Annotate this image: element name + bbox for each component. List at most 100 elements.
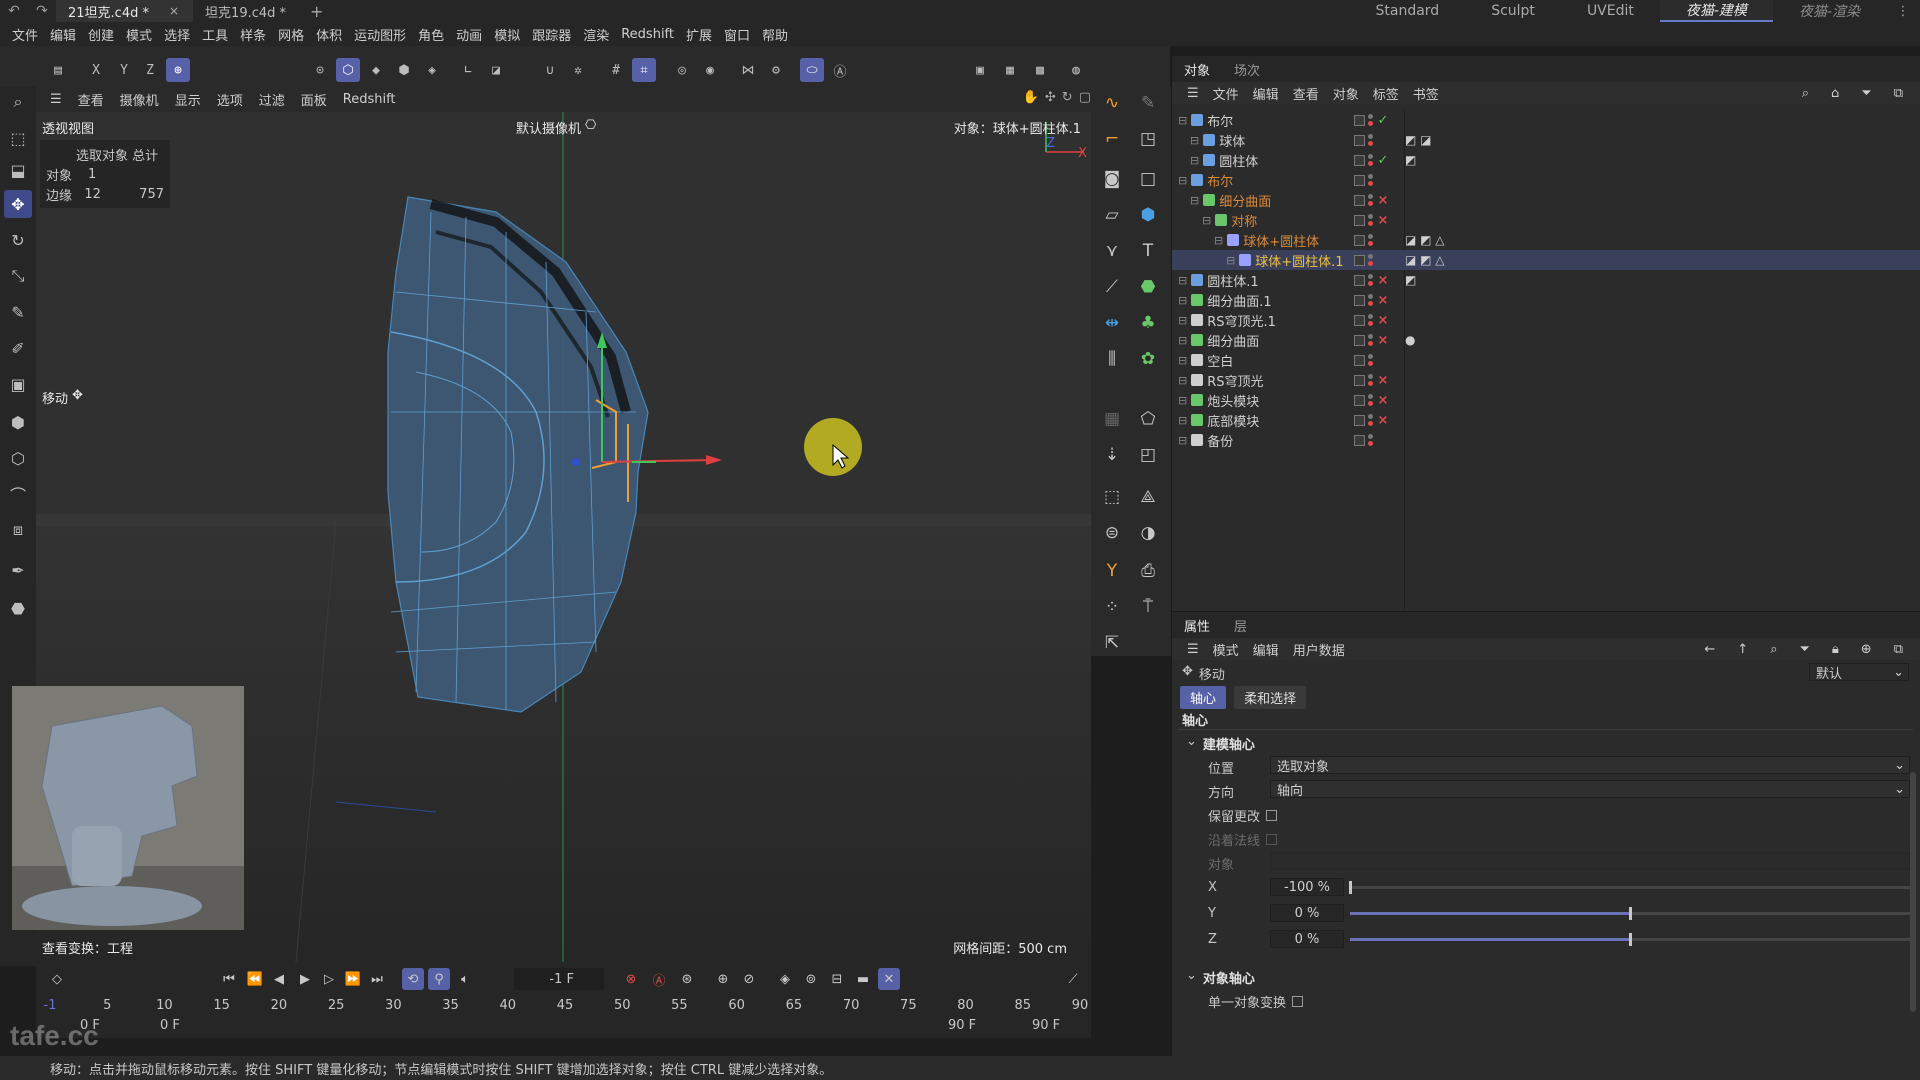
key-rotation-icon[interactable]: ⊘ [738, 968, 760, 990]
object-name[interactable]: 球体+圆柱体.1 [1255, 251, 1343, 270]
menu-mograph[interactable]: 运动图形 [348, 25, 412, 44]
disabled-x-icon[interactable]: × [1376, 413, 1390, 428]
disabled-x-icon[interactable]: × [1376, 313, 1390, 328]
attr-filter-icon[interactable]: ⏷ [1792, 642, 1816, 657]
render-picture-viewer-icon[interactable]: ▦ [998, 58, 1022, 82]
layer-icon[interactable] [1354, 434, 1365, 446]
next-key-icon[interactable]: ⏩ [342, 968, 364, 990]
visibility-dots-icon[interactable] [1368, 414, 1373, 426]
object-row[interactable]: ⊟ 细分曲面 × ● [1172, 330, 1920, 350]
transfer-icon[interactable]: ✲ [566, 58, 590, 82]
symmetry-tool-icon[interactable]: ⋈ [736, 58, 760, 82]
visibility-dots-icon[interactable] [1368, 434, 1373, 446]
layout-modeling[interactable]: 夜猫-建模 [1659, 0, 1773, 22]
quantize-icon[interactable]: ◉ [698, 58, 722, 82]
live-selection-icon[interactable]: ⬚ [4, 124, 32, 152]
document-tab-active[interactable]: 21坦克.c4d * × [56, 0, 194, 22]
expand-icon[interactable]: ⊟ [1178, 314, 1187, 327]
expand-icon[interactable]: ⊟ [1178, 334, 1187, 347]
viewport-menu-cameras[interactable]: 摄像机 [112, 90, 167, 109]
object-row[interactable]: ⊟ 球体+圆柱体 ◪ ◩ △ [1172, 230, 1920, 250]
expand-icon[interactable]: ⊟ [1190, 154, 1199, 167]
polygons-mode-icon[interactable]: ◆ [364, 58, 388, 82]
lock-x-button[interactable]: X [84, 58, 108, 82]
object-row[interactable]: ⊟ 对称 × [1172, 210, 1920, 230]
close-tab-icon[interactable]: × [169, 4, 179, 18]
previous-frame-icon[interactable]: ◀ [268, 968, 290, 990]
more-icon[interactable]: ⋮ [1886, 0, 1920, 22]
polygon-pen-icon[interactable]: ▣ [4, 370, 32, 398]
keep-changes-checkbox[interactable] [1266, 810, 1278, 821]
x-slider[interactable] [1349, 881, 1910, 894]
object-row[interactable]: ⊟ 细分曲面 × [1172, 190, 1920, 210]
render-settings-icon[interactable]: ▩ [1028, 58, 1052, 82]
workplane-icon[interactable]: ◎ [670, 58, 694, 82]
spline-pen-icon[interactable]: ✒ [4, 556, 32, 584]
keyframe-icon[interactable]: ◇ [46, 968, 68, 990]
attr-menu-edit[interactable]: 编辑 [1246, 640, 1286, 659]
object-row[interactable]: ⊟ 底部模块 × [1172, 410, 1920, 430]
layer-icon[interactable] [1354, 254, 1365, 266]
expand-icon[interactable]: ⊟ [1178, 414, 1187, 427]
layer-icon[interactable] [1354, 394, 1365, 406]
expand-icon[interactable]: ⊟ [1190, 134, 1199, 147]
light-icon[interactable]: ⍑ [1133, 592, 1163, 622]
viewport-menu-options[interactable]: 选项 [209, 90, 251, 109]
preset-dropdown[interactable]: 默认 ⌄ [1809, 663, 1909, 682]
menu-select[interactable]: 选择 [158, 25, 196, 44]
objmgr-menu-tags[interactable]: 标签 [1366, 84, 1406, 103]
go-to-start-icon[interactable]: ⏮ [218, 968, 240, 990]
rotate-tool-icon[interactable]: ↻ [4, 226, 32, 254]
layout-standard[interactable]: Standard [1350, 0, 1466, 22]
layer-icon[interactable] [1354, 214, 1365, 226]
z-field[interactable]: 0 % [1270, 930, 1344, 948]
y-slider-knob[interactable] [1629, 907, 1632, 920]
attr-up-icon[interactable]: ↑ [1730, 642, 1755, 657]
key-interp-icon[interactable]: ✕ [878, 968, 900, 990]
key-layer-icon[interactable]: ▬ [852, 968, 874, 990]
graph-icon[interactable]: ⟋ [1062, 968, 1084, 990]
objmgr-menu-icon[interactable]: ☰ [1180, 86, 1206, 101]
object-tags[interactable]: ◩ [1405, 273, 1416, 287]
attr-back-icon[interactable]: ← [1697, 642, 1722, 657]
play-icon[interactable]: ▶ [294, 968, 316, 990]
menu-mesh[interactable]: 网格 [272, 25, 310, 44]
document-tab[interactable]: 坦克19.c4d * [193, 0, 300, 22]
visibility-dots-icon[interactable] [1368, 314, 1373, 326]
pen-icon[interactable]: ✎ [1133, 88, 1163, 118]
y-field[interactable]: 0 % [1270, 904, 1344, 922]
spline-icon[interactable]: ∿ [1097, 88, 1127, 118]
visibility-dots-icon[interactable] [1368, 114, 1373, 126]
group-object-axis[interactable]: ⌄ 对象轴心 [1172, 968, 1920, 987]
object-row[interactable]: ⊟ RS穹顶光.1 × [1172, 310, 1920, 330]
menu-mode[interactable]: 模式 [120, 25, 158, 44]
object-tags[interactable]: ◩ ◪ [1405, 133, 1432, 147]
select-ring-icon[interactable]: ⬚ [1097, 482, 1127, 512]
volume-icon[interactable]: ◰ [1133, 440, 1163, 470]
key-param-icon[interactable]: ⊚ [800, 968, 822, 990]
layer-icon[interactable] [1354, 274, 1365, 286]
brush-icon[interactable]: ✎ [4, 298, 32, 326]
viewport-menu-display[interactable]: 显示 [167, 90, 209, 109]
object-row[interactable]: ⊟ 布尔 ✓ [1172, 110, 1920, 130]
range-start-b[interactable]: 0 F [160, 1018, 180, 1033]
subtab-axis[interactable]: 轴心 [1180, 686, 1227, 709]
loop-icon[interactable]: ⟲ [402, 968, 424, 990]
disabled-x-icon[interactable]: × [1376, 213, 1390, 228]
layer-icon[interactable] [1354, 414, 1365, 426]
menu-tools[interactable]: 工具 [196, 25, 234, 44]
box-selection-icon[interactable]: ⬓ [4, 156, 32, 184]
z-slider[interactable] [1350, 933, 1910, 946]
layer-icon[interactable] [1354, 334, 1365, 346]
dolly-icon[interactable]: ✣ [1045, 90, 1056, 105]
visibility-dots-icon[interactable] [1368, 154, 1373, 166]
disabled-x-icon[interactable]: × [1376, 273, 1390, 288]
expand-icon[interactable]: ⊟ [1226, 254, 1235, 267]
object-tags[interactable]: ● [1405, 333, 1415, 347]
layout-render[interactable]: 夜猫-渲染 [1773, 0, 1886, 22]
visibility-dots-icon[interactable] [1368, 374, 1373, 386]
camera-object-icon[interactable]: ◙ [1097, 164, 1127, 194]
object-name[interactable]: 圆柱体.1 [1207, 271, 1258, 290]
visibility-dots-icon[interactable] [1368, 274, 1373, 286]
menu-tracker[interactable]: 跟踪器 [526, 25, 577, 44]
